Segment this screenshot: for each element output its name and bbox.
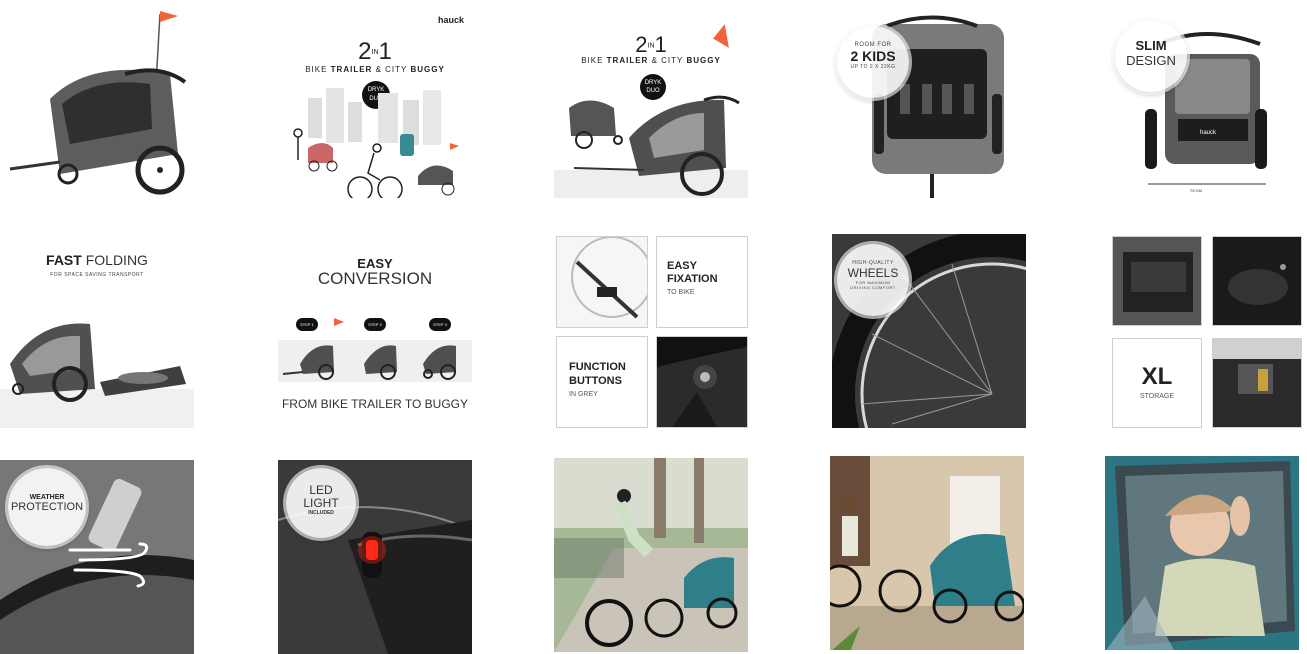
subtitle-bike-trailer-city-buggy: BIKE TRAILER & CITY BUGGY bbox=[305, 65, 445, 74]
tile-fast-folding[interactable]: FAST FOLDING FOR SPACE SAVING TRANSPORT bbox=[0, 234, 194, 428]
storage-photo-2 bbox=[1212, 236, 1302, 326]
tile-child-photo[interactable] bbox=[1105, 456, 1299, 650]
function-button-photo bbox=[656, 336, 748, 428]
trailer-buggy-image bbox=[554, 95, 748, 198]
tile-family-photo[interactable] bbox=[830, 456, 1024, 650]
folding-trailer-image bbox=[0, 323, 194, 428]
tile-slim-design[interactable]: hauck 79 CM SLIM DESIGN bbox=[1110, 4, 1304, 198]
bike-ride-photo bbox=[554, 458, 748, 652]
wheels-badge: HIGH-QUALITY WHEELS FOR MAXIMUM DRIVING … bbox=[837, 244, 909, 316]
family-trailer-photo bbox=[830, 456, 1024, 650]
svg-text:hauck: hauck bbox=[1200, 130, 1217, 136]
hauck-logo: hauck bbox=[437, 15, 464, 25]
tile-riding-photo[interactable] bbox=[554, 458, 748, 652]
weather-protection-badge: WEATHER PROTECTION bbox=[8, 468, 86, 546]
child-in-trailer-photo bbox=[1105, 456, 1299, 650]
storage-photo-3 bbox=[1212, 338, 1302, 428]
conversion-title: CONVERSION bbox=[317, 269, 433, 288]
led-light-badge: LED LIGHT INCLUDED bbox=[286, 468, 356, 538]
tile-2in1-photo[interactable]: 2IN1 BIKE TRAILER & CITY BUGGY DRYK DUO bbox=[554, 4, 748, 198]
function-buttons-box: FUNCTION BUTTONS IN GREY bbox=[556, 336, 648, 428]
easy-fixation-box: EASY FIXATION TO BIKE bbox=[656, 236, 748, 328]
subtitle-bike-trailer-city-buggy: BIKE TRAILER & CITY BUGGY bbox=[581, 56, 721, 65]
slim-design-badge: SLIM DESIGN bbox=[1115, 20, 1187, 92]
tile-2-kids[interactable]: ROOM FOR 2 KIDS UP TO 2 X 22KG bbox=[832, 4, 1026, 198]
fast-folding-title: FAST FOLDING bbox=[46, 252, 148, 268]
flag-icon bbox=[160, 11, 178, 22]
fast-folding-subtitle: FOR SPACE SAVING TRANSPORT bbox=[50, 272, 144, 278]
tile-2in1-illustration[interactable]: hauck 2IN1 BIKE TRAILER & CITY BUGGY DRY… bbox=[278, 4, 472, 198]
storage-photo-1 bbox=[1112, 236, 1202, 326]
dimension-label: 79 CM bbox=[1190, 188, 1202, 193]
trailer-image bbox=[9, 11, 187, 195]
conversion-steps-image bbox=[278, 318, 472, 382]
tile-xl-storage[interactable]: XL STORAGE bbox=[1110, 234, 1304, 428]
tile-fixation-buttons[interactable]: EASY FIXATION TO BIKE FUNCTION BUTTONS I… bbox=[554, 234, 748, 428]
title-2in1: 2IN1 bbox=[358, 38, 392, 65]
xl-storage-box: XL STORAGE bbox=[1112, 338, 1202, 428]
tile-easy-conversion[interactable]: EASY CONVERSION STEP 1 STEP 2 STEP 3 FRO… bbox=[278, 234, 472, 428]
city-bike-illustration bbox=[293, 88, 459, 198]
fixation-photo bbox=[556, 236, 648, 328]
conversion-caption: FROM BIKE TRAILER TO BUGGY bbox=[281, 397, 469, 411]
tile-product-trailer[interactable] bbox=[0, 4, 194, 198]
tile-led-light[interactable]: LED LIGHT INCLUDED bbox=[278, 460, 472, 654]
2-kids-badge: ROOM FOR 2 KIDS UP TO 2 X 22KG bbox=[837, 26, 909, 98]
tile-wheels[interactable]: HIGH-QUALITY WHEELS FOR MAXIMUM DRIVING … bbox=[832, 234, 1026, 428]
flag-icon bbox=[703, 24, 729, 52]
tile-weather-protection[interactable]: WEATHER PROTECTION bbox=[0, 460, 194, 654]
